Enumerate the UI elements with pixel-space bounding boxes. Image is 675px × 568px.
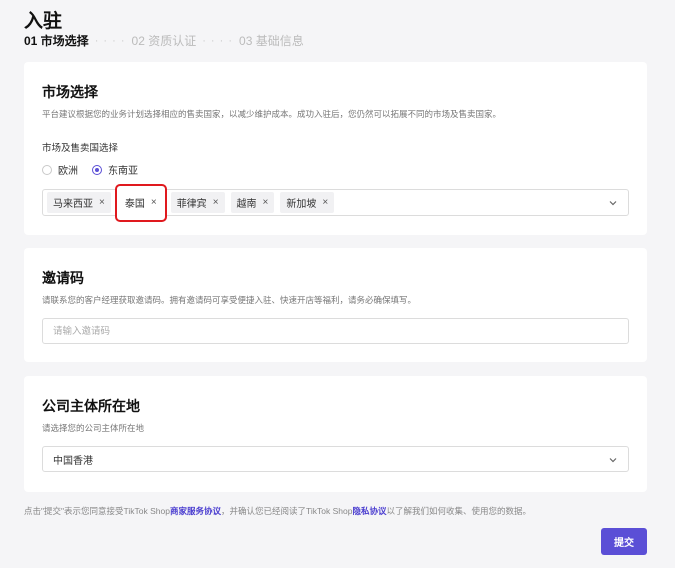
agreement-prefix: 点击"提交"表示您同意接受TikTok Shop [24, 506, 170, 516]
company-location-select[interactable]: 中国香港 [42, 446, 629, 472]
invite-title: 邀请码 [42, 270, 84, 286]
invite-card: 邀请码 请联系您的客户经理获取邀请码。拥有邀请码可享受便捷入驻、快速开店等福利，… [24, 248, 647, 362]
country-tag-label: 新加坡 [286, 199, 317, 210]
close-icon[interactable]: × [99, 197, 105, 208]
invite-code-input[interactable] [42, 318, 629, 344]
country-tag: 菲律宾 × [170, 192, 225, 213]
country-tag-label: 泰国 [124, 199, 145, 210]
agreement-note: 点击"提交"表示您同意接受TikTok Shop商家服务协议，并确认您已经阅读了… [24, 505, 531, 517]
country-tag-label: 马来西亚 [53, 199, 93, 210]
company-location-value: 中国香港 [53, 455, 93, 467]
chevron-down-icon[interactable] [608, 198, 618, 208]
country-multiselect[interactable]: 马来西亚 × 泰国 × 菲律宾 × 越南 × 新加坡 × [42, 183, 629, 222]
market-description: 平台建议根据您的业务计划选择相应的售卖国家，以减少维护成本。成功入驻后，您仍然可… [42, 109, 502, 119]
country-tag: 新加坡 × [280, 192, 335, 213]
invite-description: 请联系您的客户经理获取邀请码。拥有邀请码可享受便捷入驻、快速开店等福利，请务必确… [42, 295, 417, 305]
agreement-suffix: 以了解我们如何收集、使用您的数据。 [386, 506, 532, 516]
market-title: 市场选择 [42, 84, 98, 100]
radio-europe[interactable]: 欧洲 [42, 162, 78, 177]
company-description: 请选择您的公司主体所在地 [42, 423, 145, 433]
agreement-middle: ，并确认您已经阅读了TikTok Shop [221, 506, 353, 516]
close-icon[interactable]: × [213, 197, 219, 208]
step-basic-info: 03 基础信息 [239, 34, 304, 48]
company-title: 公司主体所在地 [42, 398, 140, 414]
country-tag-label: 越南 [236, 199, 257, 210]
step-divider: · · · · [94, 34, 126, 47]
chevron-down-icon[interactable] [608, 455, 618, 465]
country-tag: 马来西亚 × [47, 192, 111, 213]
company-card: 公司主体所在地 请选择您的公司主体所在地 中国香港 [24, 376, 647, 492]
step-market: 01 市场选择 [24, 34, 89, 48]
close-icon[interactable]: × [322, 197, 328, 208]
country-tag-highlighted: 泰国 × [114, 183, 167, 222]
step-divider: · · · · [202, 34, 234, 47]
privacy-policy-link[interactable]: 隐私协议 [352, 506, 386, 516]
region-radio-group: 欧洲 东南亚 [42, 162, 152, 177]
radio-circle[interactable] [42, 164, 52, 175]
radio-label: 东南亚 [108, 166, 138, 177]
close-icon[interactable]: × [151, 197, 157, 208]
step-qualification: 02 资质认证 [131, 34, 197, 48]
market-card: 市场选择 平台建议根据您的业务计划选择相应的售卖国家，以减少维护成本。成功入驻后… [24, 62, 647, 235]
stepper: 01 市场选择 · · · · 02 资质认证 · · · · 03 基础信息 [24, 32, 304, 49]
country-tag: 越南 × [230, 192, 275, 213]
radio-circle[interactable] [92, 164, 102, 175]
merchant-agreement-link[interactable]: 商家服务协议 [170, 506, 221, 516]
close-icon[interactable]: × [263, 197, 269, 208]
page-title: 入驻 [24, 11, 63, 32]
radio-label: 欧洲 [58, 166, 78, 177]
market-field-label: 市场及售卖国选择 [42, 143, 119, 154]
radio-southeast-asia[interactable]: 东南亚 [92, 162, 138, 177]
submit-button[interactable]: 提交 [601, 528, 647, 555]
country-tag-label: 菲律宾 [176, 199, 207, 210]
